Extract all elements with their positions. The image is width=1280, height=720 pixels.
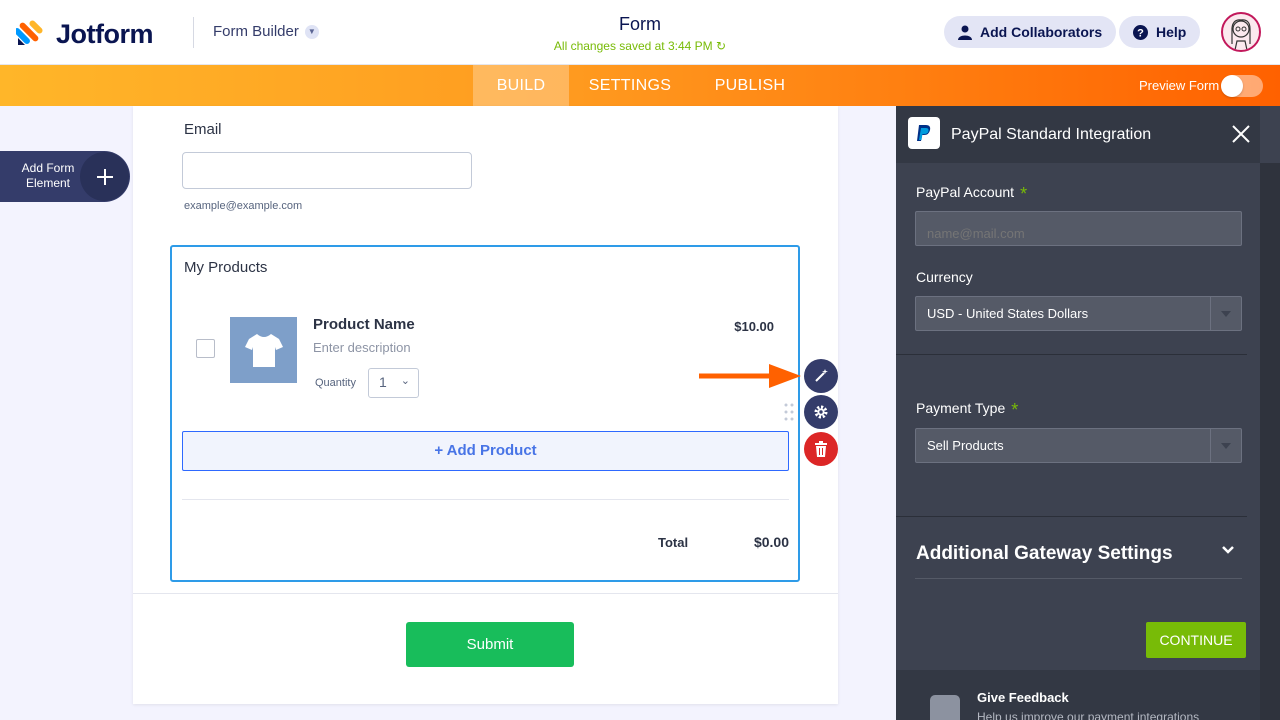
product-price: $10.00 [734,319,774,334]
plus-icon [80,152,129,201]
give-feedback[interactable]: Give Feedback Help us improve our paymen… [896,670,1260,720]
app-header: Jotform Form Builder ▼ Form All changes … [0,0,1280,65]
chevron-down-icon: ⌄ [400,375,410,387]
product-list-field[interactable]: My Products Product Name Enter descripti… [170,245,800,582]
paypal-settings-panel: PayPal Standard Integration PayPal Accou… [896,106,1280,720]
email-sublabel: example@example.com [184,200,303,212]
tab-publish[interactable]: PUBLISH [703,65,797,106]
form-builder-menu[interactable]: Form Builder ▼ [213,23,319,40]
required-mark: * [1011,400,1019,420]
chevron-down-icon[interactable] [1221,543,1235,557]
continue-button[interactable]: CONTINUE [1146,622,1246,658]
feedback-title: Give Feedback [977,690,1069,705]
logo-text: Jotform [56,19,154,49]
add-form-element-button[interactable]: Add Form Element [0,151,130,202]
form-title[interactable]: Form [540,14,740,35]
avatar[interactable] [1221,12,1261,52]
quantity-select[interactable]: 1 ⌄ [368,368,419,398]
add-collaborators-button[interactable]: Add Collaborators [944,16,1117,48]
divider [182,499,789,500]
product-description: Enter description [313,340,411,355]
question-icon: ? [1133,24,1148,40]
currency-value: USD - United States Dollars [927,306,1089,321]
paypal-icon [908,117,940,149]
preview-form-label: Preview Form [1139,78,1220,93]
arrow-pointer-icon [699,364,801,388]
payment-type-label-text: Payment Type [916,400,1006,416]
drag-handle-icon[interactable] [784,403,794,423]
payment-type-label: Payment Type * [916,400,1018,421]
close-icon[interactable] [1230,123,1252,145]
divider [896,354,1247,355]
delete-field-button[interactable] [804,432,838,466]
additional-gateway-settings[interactable]: Additional Gateway Settings [916,543,1173,565]
total-value: $0.00 [753,534,789,550]
jotform-logo-icon [14,17,46,52]
chevron-down-icon [1210,297,1241,330]
currency-select[interactable]: USD - United States Dollars [915,296,1242,331]
preview-form-toggle[interactable] [1221,75,1263,97]
help-button[interactable]: ? Help [1119,16,1201,48]
chevron-down-icon: ▼ [304,24,319,39]
panel-header: PayPal Standard Integration [896,106,1260,163]
product-image [230,317,297,383]
add-form-element-label: Add Form Element [21,161,75,190]
refresh-icon: ↻ [716,39,727,53]
email-label: Email [184,121,222,138]
payment-type-value: Sell Products [927,438,1004,453]
product-checkbox[interactable] [196,339,215,358]
quantity-label: Quantity [315,377,356,389]
email-field[interactable] [182,152,472,189]
feedback-subtitle: Help us improve our payment integrations [977,710,1200,720]
feedback-icon [930,695,960,720]
divider [133,593,838,594]
add-product-button[interactable]: + Add Product [182,431,789,471]
submit-button[interactable]: Submit [406,622,574,667]
total-label: Total [658,535,689,550]
magic-wand-button[interactable] [804,359,838,393]
divider [896,516,1247,517]
payment-type-select[interactable]: Sell Products [915,428,1242,463]
save-status-text: All changes saved at 3:44 PM [553,39,713,53]
help-label: Help [1156,24,1187,40]
magic-wand-icon [815,369,828,382]
panel-title: PayPal Standard Integration [951,126,1152,143]
divider [915,578,1242,579]
add-collaborators-label: Add Collaborators [980,24,1103,40]
panel-scrollbar[interactable] [1260,163,1280,720]
header-divider [193,17,194,48]
quantity-value: 1 [379,374,387,390]
svg-text:?: ? [1137,27,1144,39]
builder-nav: BUILD SETTINGS PUBLISH Preview Form [0,65,1280,106]
required-mark: * [1020,184,1028,204]
tab-build[interactable]: BUILD [473,65,569,106]
form-canvas: Email example@example.com My Products Pr… [133,106,838,704]
paypal-account-label: PayPal Account * [916,184,1027,205]
product-name: Product Name [313,316,415,333]
form-builder-label: Form Builder [213,23,299,40]
product-list-title: My Products [184,259,268,276]
jotform-logo[interactable]: Jotform [14,17,154,52]
tshirt-icon [244,334,283,367]
save-status: All changes saved at 3:44 PM ↻ [490,39,790,53]
paypal-account-input[interactable] [915,211,1242,246]
chevron-down-icon [1210,429,1241,462]
trash-icon [815,441,827,457]
user-icon [958,25,972,40]
paypal-account-label-text: PayPal Account [916,184,1015,200]
toggle-knob [1221,75,1243,97]
field-settings-button[interactable] [804,395,838,429]
currency-label: Currency [916,269,973,285]
gear-icon [814,405,828,419]
tab-settings[interactable]: SETTINGS [579,65,681,106]
